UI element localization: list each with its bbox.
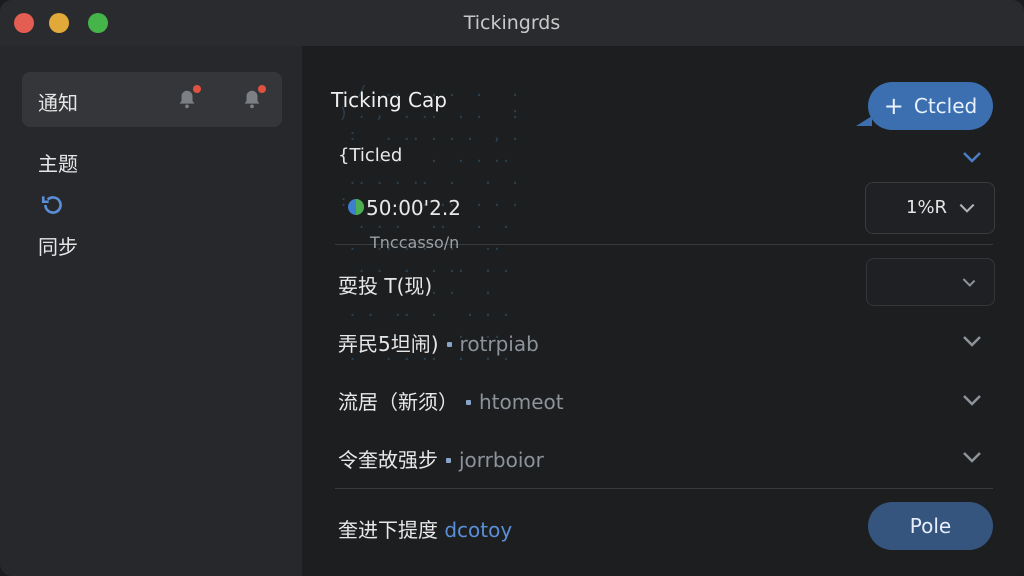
- setting-row-label: 流居（新须）: [338, 390, 458, 414]
- setting-row-value: htomeot: [479, 390, 564, 414]
- bullet-icon: [446, 458, 451, 463]
- subsection-label: Tnccasso/n: [370, 233, 460, 252]
- title-bar: Tickingrds: [0, 0, 1024, 46]
- app-window: Tickingrds 通知 主题 同步 / .. . . . . ) . , .…: [0, 0, 1024, 576]
- notification-dot: [193, 85, 201, 93]
- setting-row-label: 耍投 T(现): [338, 274, 433, 298]
- button-tail: [856, 116, 872, 126]
- plus-icon: +: [883, 92, 904, 120]
- sidebar-item-notifications-label: 通知: [38, 91, 78, 115]
- create-button-label: Ctcled: [913, 94, 978, 118]
- setting-row-label: 弄民5坦闹): [338, 332, 439, 356]
- status-value: 50:00'2.2: [366, 196, 461, 220]
- bullet-icon: [446, 342, 452, 347]
- chevron-down-icon[interactable]: [962, 151, 982, 163]
- sidebar-item-theme[interactable]: 主题: [38, 148, 78, 177]
- page-title: Ticking Cap: [331, 88, 447, 112]
- setting-row-value: rotrpiab: [459, 332, 539, 356]
- value-select-label: 1%R: [906, 197, 948, 218]
- setting-row-label: 奎进下提度: [338, 518, 438, 542]
- chevron-down-icon[interactable]: [962, 335, 982, 347]
- setting-row[interactable]: 令奎故强步 jorrboior: [338, 444, 544, 473]
- setting-row[interactable]: 弄民5坦闹) rotrpiab: [338, 328, 539, 357]
- section-label: {Ticled: [338, 145, 403, 166]
- setting-row-label: 令奎故强步: [338, 448, 438, 472]
- status-icon: [348, 199, 364, 215]
- bullet-icon: [466, 400, 471, 405]
- notification-dot: [258, 85, 266, 93]
- sync-icon: [41, 196, 62, 214]
- sidebar-item-sync[interactable]: 同步: [38, 231, 78, 260]
- chevron-down-icon[interactable]: [962, 451, 982, 463]
- background-code-pattern: / .. . . . . ) . , . .. . . : : . .. . .…: [339, 82, 520, 364]
- window-title: Tickingrds: [463, 12, 561, 34]
- pole-button-label: Pole: [909, 514, 952, 538]
- divider: [335, 488, 993, 489]
- chevron-down-icon[interactable]: [962, 394, 982, 406]
- setting-row: 奎进下提度 dcotoy: [338, 514, 512, 543]
- pole-button[interactable]: Pole: [868, 502, 993, 550]
- chevron-down-icon: [959, 203, 975, 213]
- setting-row[interactable]: 流居（新须） htomeot: [338, 386, 564, 415]
- create-button[interactable]: + Ctcled: [868, 82, 993, 130]
- chevron-icon: [962, 278, 976, 287]
- setting-row-value: jorrboior: [459, 448, 544, 472]
- setting-row-value: dcotoy: [444, 518, 513, 542]
